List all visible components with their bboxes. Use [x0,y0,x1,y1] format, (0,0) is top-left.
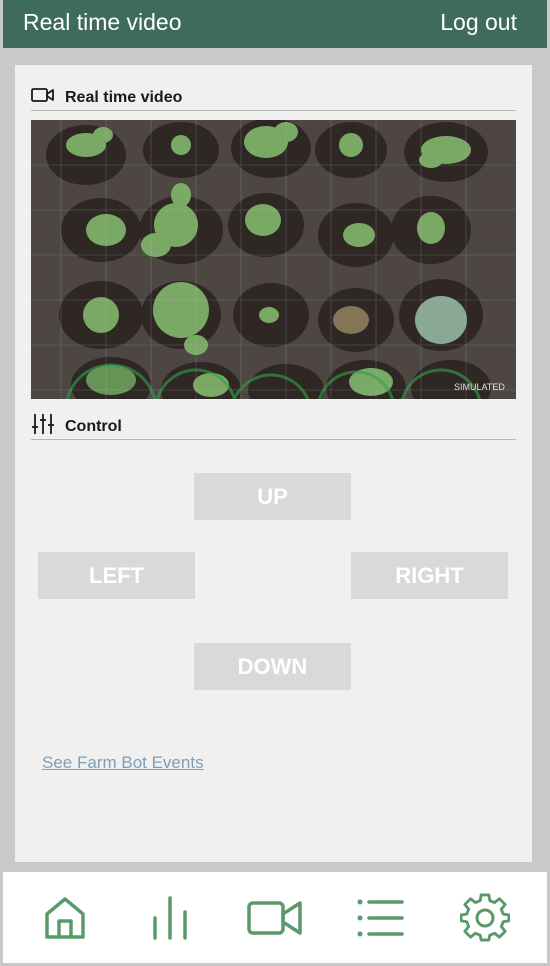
main-panel: Real time video SIMULATED Control UP LEF… [15,65,532,862]
right-button[interactable]: RIGHT [351,552,508,599]
bottom-nav [3,872,547,963]
up-button[interactable]: UP [194,473,351,520]
simulated-overlay-label: SIMULATED [454,382,505,392]
home-icon [45,896,86,939]
left-button[interactable]: LEFT [38,552,195,599]
nav-video[interactable] [245,888,305,948]
video-section-title: Real time video [65,88,183,106]
bar-chart-icon [153,895,187,940]
gear-icon [459,892,510,941]
list-icon [357,899,404,936]
see-farm-bot-events-link[interactable]: See Farm Bot Events [42,753,204,773]
logout-link[interactable]: Log out [440,9,517,36]
nav-home[interactable] [35,888,95,948]
video-section-header: Real time video [31,85,516,111]
nav-stats[interactable] [140,888,200,948]
video-camera-icon [31,86,55,109]
down-button[interactable]: DOWN [194,643,351,690]
app-header: Real time video Log out [3,0,547,48]
page-title: Real time video [23,9,182,35]
nav-settings[interactable] [455,888,515,948]
sliders-icon [31,413,55,440]
control-section-header: Control [31,414,516,440]
video-feed: SIMULATED [31,120,516,399]
nav-list[interactable] [350,888,410,948]
control-section-title: Control [65,417,122,435]
video-camera-icon [247,900,302,935]
